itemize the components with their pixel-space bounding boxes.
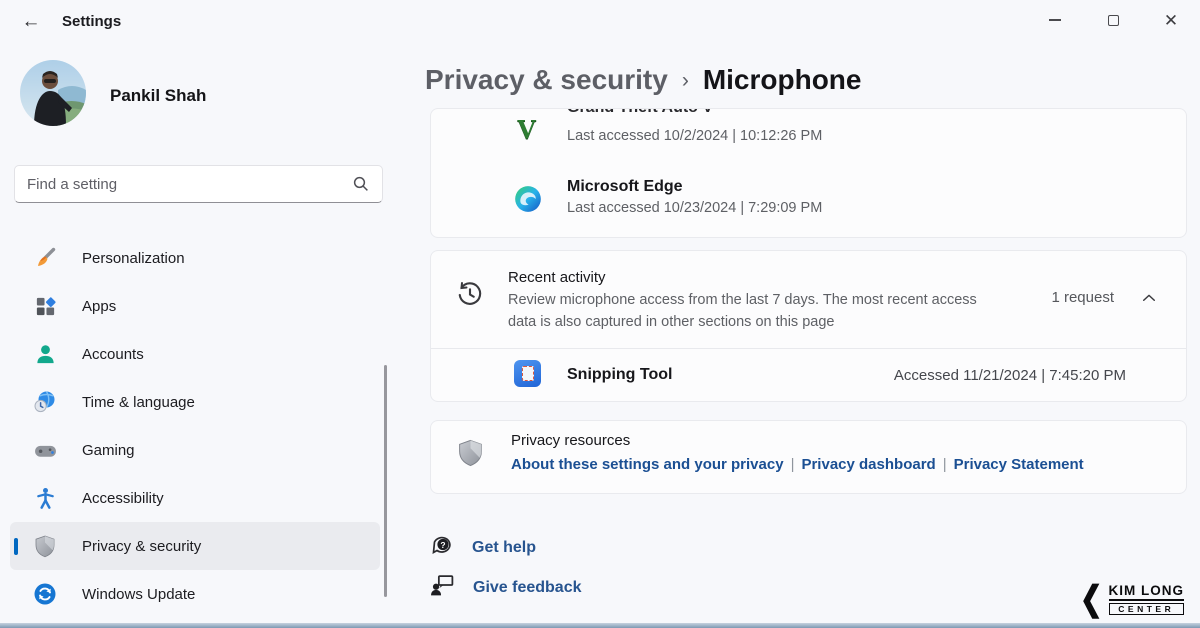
logo-text-line2: CENTER bbox=[1109, 603, 1185, 615]
sidebar-scrollbar[interactable] bbox=[384, 365, 387, 597]
get-help-link[interactable]: ? Get help bbox=[430, 533, 536, 562]
sidebar-item-label: Accessibility bbox=[82, 490, 164, 507]
app-name: Microsoft Edge bbox=[567, 178, 683, 196]
window-controls: ✕ bbox=[1026, 0, 1200, 40]
sidebar-item-windows-update[interactable]: Windows Update bbox=[10, 570, 380, 618]
minimize-icon bbox=[1049, 19, 1061, 21]
recent-activity-card: Recent activity Review microphone access… bbox=[430, 250, 1187, 402]
activity-app-name: Snipping Tool bbox=[567, 366, 672, 384]
link-about-settings[interactable]: About these settings and your privacy bbox=[511, 456, 784, 473]
logo-chevron-icon: ❮ bbox=[1080, 582, 1103, 616]
sidebar-item-privacy-security[interactable]: Privacy & security bbox=[10, 522, 380, 570]
search-box[interactable] bbox=[14, 165, 383, 203]
sidebar-item-label: Time & language bbox=[82, 394, 195, 411]
give-feedback-label: Give feedback bbox=[473, 579, 582, 597]
sidebar-item-label: Gaming bbox=[82, 442, 135, 459]
history-icon bbox=[455, 279, 485, 314]
shield-icon bbox=[456, 438, 485, 472]
app-last-accessed: Last accessed 10/2/2024 | 10:12:26 PM bbox=[567, 128, 822, 144]
link-separator: | bbox=[791, 456, 795, 473]
breadcrumb: Privacy & security › Microphone bbox=[425, 64, 861, 96]
gamepad-icon bbox=[32, 437, 58, 463]
divider bbox=[431, 348, 1186, 349]
window-title: Settings bbox=[62, 13, 121, 30]
maximize-icon bbox=[1108, 15, 1119, 26]
snipping-tool-icon-inner bbox=[522, 366, 534, 381]
minimize-button[interactable] bbox=[1026, 0, 1084, 40]
sidebar-item-accounts[interactable]: Accounts bbox=[10, 330, 380, 378]
sidebar-item-time-language[interactable]: Time & language bbox=[10, 378, 380, 426]
sidebar-item-label: Accounts bbox=[82, 346, 144, 363]
sidebar-item-label: Personalization bbox=[82, 250, 185, 267]
logo-text-line1: KIM LONG bbox=[1109, 583, 1185, 601]
sidebar-item-label: Privacy & security bbox=[82, 538, 201, 555]
app-last-accessed: Last accessed 10/23/2024 | 7:29:09 PM bbox=[567, 200, 822, 216]
link-privacy-dashboard[interactable]: Privacy dashboard bbox=[801, 456, 935, 473]
gta-v-icon: V bbox=[517, 116, 547, 148]
settings-window: ← Settings ✕ Pankil Shah bbox=[0, 0, 1200, 628]
sync-arrows-icon bbox=[32, 581, 58, 607]
apps-grid-icon bbox=[32, 293, 58, 319]
close-icon: ✕ bbox=[1164, 12, 1178, 29]
kim-long-center-logo: ❮ KIM LONG CENTER bbox=[1080, 583, 1184, 615]
avatar-photo bbox=[20, 60, 86, 126]
shield-icon bbox=[32, 533, 58, 559]
sidebar-item-apps[interactable]: Apps bbox=[10, 282, 380, 330]
help-question-icon: ? bbox=[430, 533, 454, 562]
link-privacy-statement[interactable]: Privacy Statement bbox=[954, 456, 1084, 473]
give-feedback-link[interactable]: Give feedback bbox=[430, 573, 582, 603]
get-help-label: Get help bbox=[472, 539, 536, 557]
sidebar-item-label: Apps bbox=[82, 298, 116, 315]
close-button[interactable]: ✕ bbox=[1142, 0, 1200, 40]
svg-text:?: ? bbox=[440, 540, 445, 550]
breadcrumb-parent[interactable]: Privacy & security bbox=[425, 64, 668, 96]
feedback-person-icon bbox=[430, 573, 455, 603]
sidebar: Personalization Apps Accounts bbox=[10, 234, 380, 618]
selected-indicator bbox=[14, 538, 18, 555]
accessibility-person-icon bbox=[32, 485, 58, 511]
page-title: Microphone bbox=[703, 64, 862, 96]
link-separator: | bbox=[943, 456, 947, 473]
avatar[interactable] bbox=[20, 60, 86, 126]
search-icon[interactable] bbox=[352, 175, 370, 198]
app-name: Grand Theft Auto V bbox=[567, 108, 713, 117]
breadcrumb-separator-icon: › bbox=[682, 69, 689, 93]
maximize-button[interactable] bbox=[1084, 0, 1142, 40]
window-bottom-edge bbox=[0, 623, 1200, 628]
titlebar: ← Settings ✕ bbox=[0, 0, 1200, 48]
edge-logo-icon bbox=[514, 185, 542, 213]
sidebar-item-personalization[interactable]: Personalization bbox=[10, 234, 380, 282]
recent-activity-description: Review microphone access from the last 7… bbox=[508, 290, 1000, 334]
person-icon bbox=[32, 341, 58, 367]
app-access-card: V Grand Theft Auto V Last accessed 10/2/… bbox=[430, 108, 1187, 238]
search-input[interactable] bbox=[27, 166, 347, 202]
sidebar-item-label: Windows Update bbox=[82, 586, 195, 603]
privacy-resources-links: About these settings and your privacy | Pr… bbox=[511, 456, 1084, 473]
paintbrush-icon bbox=[32, 245, 58, 271]
recent-activity-title: Recent activity bbox=[508, 269, 606, 286]
request-count: 1 request bbox=[1051, 289, 1114, 306]
back-button[interactable]: ← bbox=[14, 8, 48, 36]
profile-name: Pankil Shah bbox=[110, 86, 206, 106]
back-arrow-icon: ← bbox=[22, 11, 41, 33]
privacy-resources-title: Privacy resources bbox=[511, 432, 630, 449]
sidebar-item-accessibility[interactable]: Accessibility bbox=[10, 474, 380, 522]
clock-globe-icon bbox=[32, 389, 58, 415]
sidebar-item-gaming[interactable]: Gaming bbox=[10, 426, 380, 474]
snipping-tool-icon bbox=[514, 360, 541, 387]
activity-accessed-time: Accessed 11/21/2024 | 7:45:20 PM bbox=[894, 367, 1126, 384]
chevron-up-icon[interactable] bbox=[1140, 289, 1158, 312]
privacy-resources-card: Privacy resources About these settings a… bbox=[430, 420, 1187, 494]
